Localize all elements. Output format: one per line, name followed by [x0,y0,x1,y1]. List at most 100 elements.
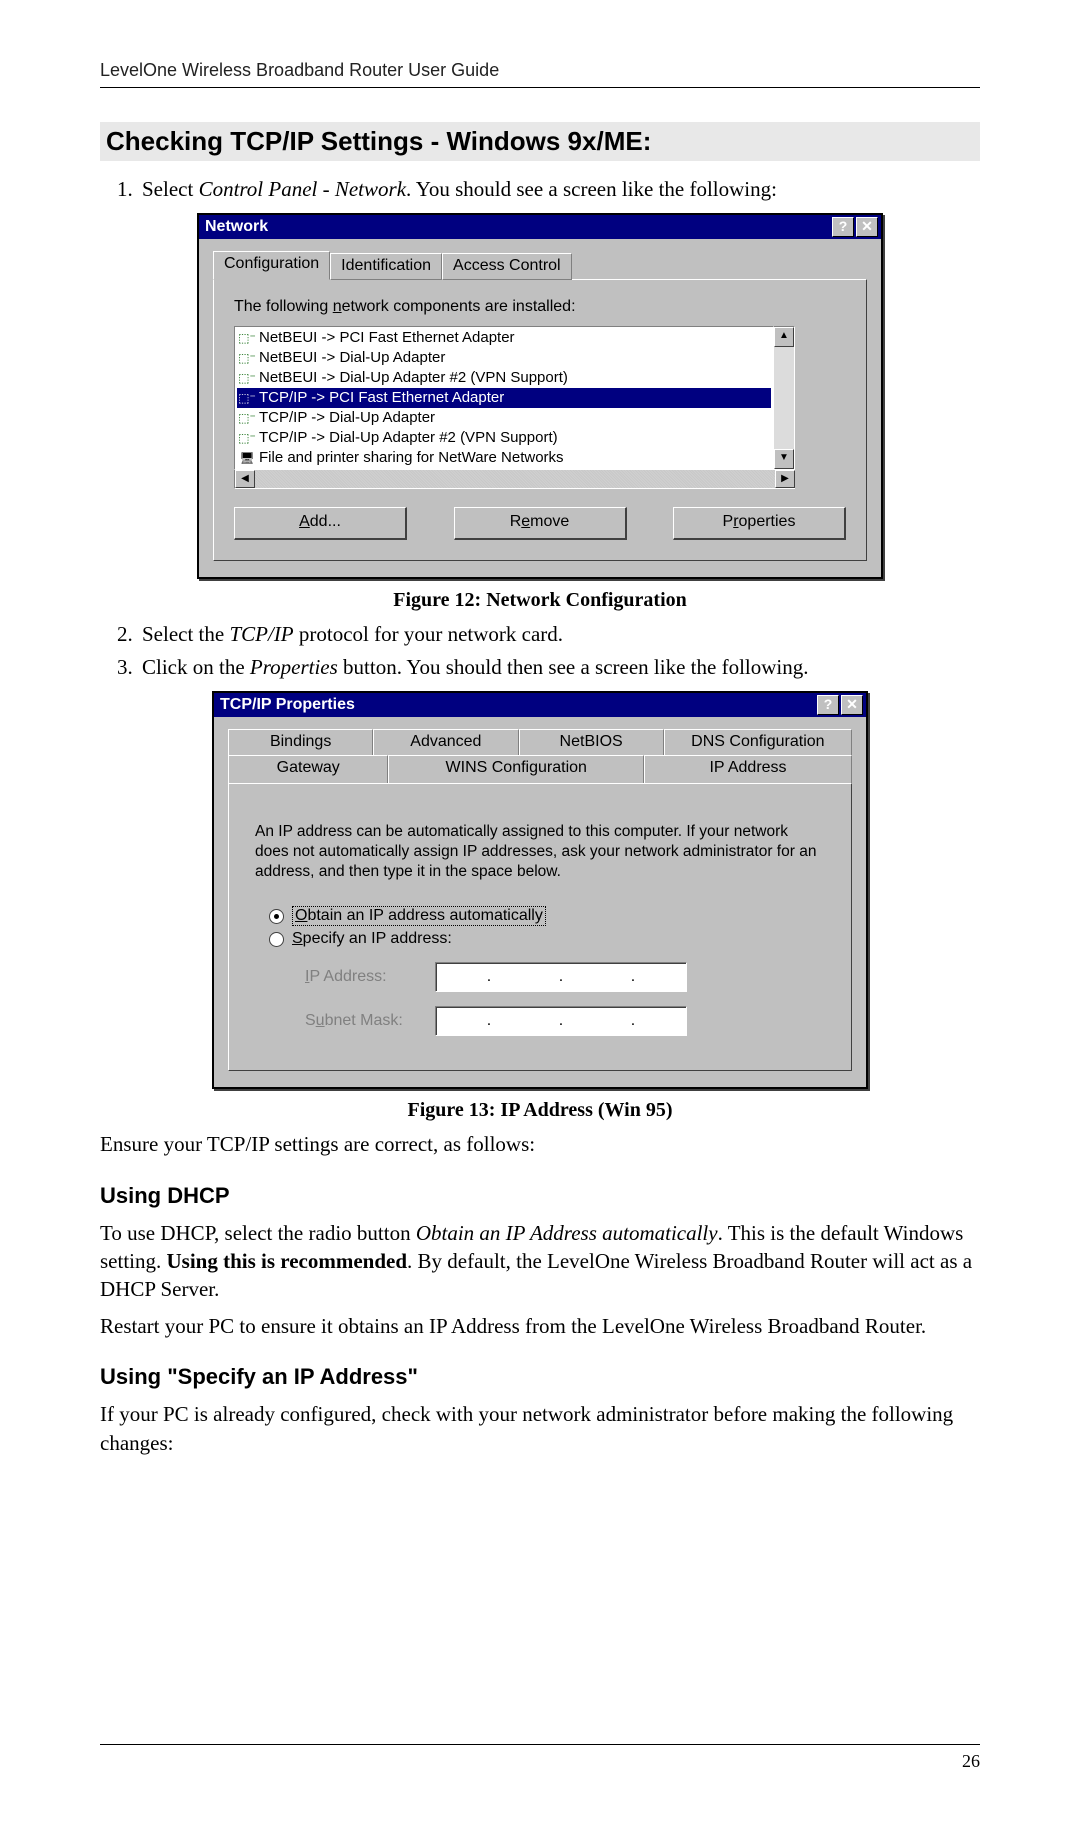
tcpip-tabs-row-1: Bindings Advanced NetBIOS DNS Configurat… [228,729,852,755]
remove-accel: e [521,513,530,530]
radio2-accel: S [292,930,303,947]
close-icon[interactable]: ✕ [856,217,878,237]
ip-address-row: IP Address: ... [305,962,831,992]
tab-access-control[interactable]: Access Control [442,253,572,280]
ensure-text: Ensure your TCP/IP settings are correct,… [100,1130,980,1158]
list-item-label: TCP/IP -> Dial-Up Adapter [259,408,435,428]
specify-paragraph-1: If your PC is already configured, check … [100,1400,980,1457]
remove-button[interactable]: Remove [454,507,627,540]
properties-button[interactable]: Properties [673,507,846,540]
components-label-under: n [333,298,342,315]
radio-specify[interactable]: Specify an IP address: [269,930,831,948]
step-3-prefix: Click on the [142,655,250,679]
radio1-accel: O [295,907,307,924]
sm-label-rest: bnet Mask: [325,1012,403,1029]
dhcp-paragraph-1: To use DHCP, select the radio button Obt… [100,1219,980,1304]
dhcp-p1-bold: Using this is recommended [167,1249,408,1273]
network-tabs: Configuration Identification Access Cont… [213,251,867,280]
tab-dns-configuration[interactable]: DNS Configuration [664,729,852,755]
list-item[interactable]: ⬚⁻ NetBEUI -> Dial-Up Adapter [237,348,771,368]
scroll-left-icon[interactable]: ◀ [235,470,255,488]
components-label-prefix: The following [234,298,333,315]
subnet-mask-row: Subnet Mask: ... [305,1006,831,1036]
tcpip-tabs-row-2: Gateway WINS Configuration IP Address [228,755,852,783]
list-item[interactable]: ⬚⁻ NetBEUI -> Dial-Up Adapter #2 (VPN Sup… [237,368,771,388]
components-listbox[interactable]: ⬚⁻ NetBEUI -> PCI Fast Ethernet Adapter ⬚… [234,326,774,470]
protocol-icon: ⬚⁻ [239,411,255,425]
page-footer: 26 [100,1744,980,1772]
scroll-track[interactable] [255,470,775,488]
dhcp-paragraph-2: Restart your PC to ensure it obtains an … [100,1312,980,1340]
radio-obtain-auto[interactable]: Obtain an IP address automatically [269,906,831,926]
scroll-up-icon[interactable]: ▲ [774,327,794,347]
properties-label-rest: operties [739,513,796,530]
horizontal-scrollbar[interactable]: ◀ ▶ [234,470,795,489]
dhcp-p1-italic: Obtain an IP Address automatically [416,1221,718,1245]
step-2-suffix: protocol for your network card. [294,622,563,646]
tab-advanced[interactable]: Advanced [373,729,518,755]
ip-address-input[interactable]: ... [435,962,687,992]
network-dialog: Network ? ✕ Configuration Identification… [197,213,883,579]
step-2-prefix: Select the [142,622,229,646]
protocol-icon: ⬚⁻ [239,351,255,365]
share-icon: 🖥 [239,451,255,465]
protocol-icon: ⬚⁻ [239,391,255,405]
step-1: Select Control Panel - Network. You shou… [138,175,980,203]
tab-wins-configuration[interactable]: WINS Configuration [388,755,644,783]
list-item-label: File and printer sharing for NetWare Net… [259,448,564,468]
page-number: 26 [962,1751,980,1771]
tcpip-titlebar: TCP/IP Properties ? ✕ [214,693,866,717]
configuration-panel: The following network components are ins… [213,279,867,561]
help-icon[interactable]: ? [832,217,854,237]
sm-label-accel: u [316,1012,325,1029]
ip-address-label: IP Address: [305,968,415,986]
step-1-prefix: Select [142,177,199,201]
step-1-italic: Control Panel - Network [199,177,406,201]
add-label-rest: dd... [310,513,341,530]
tab-bindings[interactable]: Bindings [228,729,373,755]
tab-identification[interactable]: Identification [330,253,442,280]
add-accel: A [299,513,310,530]
sm-label-prefix: S [305,1012,316,1029]
list-item[interactable]: ⬚⁻ TCP/IP -> Dial-Up Adapter [237,408,771,428]
tab-netbios[interactable]: NetBIOS [519,729,664,755]
components-label-suffix: etwork components are installed: [342,298,576,315]
tab-configuration[interactable]: Configuration [213,251,330,280]
protocol-icon: ⬚⁻ [239,331,255,345]
step-2: Select the TCP/IP protocol for your netw… [138,620,980,648]
tab-ip-address[interactable]: IP Address [644,755,852,783]
list-item-label: TCP/IP -> Dial-Up Adapter #2 (VPN Suppor… [259,428,558,448]
close-icon[interactable]: ✕ [841,695,863,715]
list-item-label: TCP/IP -> PCI Fast Ethernet Adapter [259,388,504,408]
figure-12-caption: Figure 12: Network Configuration [100,589,980,612]
dhcp-p1-a: To use DHCP, select the radio button [100,1221,416,1245]
vertical-scrollbar[interactable]: ▲ ▼ [774,326,795,470]
radio-obtain-label: Obtain an IP address automatically [292,906,546,926]
page-header: LevelOne Wireless Broadband Router User … [100,60,980,88]
list-item-label: NetBEUI -> PCI Fast Ethernet Adapter [259,328,515,348]
help-icon[interactable]: ? [817,695,839,715]
radio-specify-label: Specify an IP address: [292,930,452,948]
list-item[interactable]: 🖥 File and printer sharing for NetWare Ne… [237,448,771,468]
step-1-suffix: . You should see a screen like the follo… [406,177,777,201]
figure-13-caption: Figure 13: IP Address (Win 95) [100,1099,980,1122]
network-titlebar: Network ? ✕ [199,215,881,239]
protocol-icon: ⬚⁻ [239,371,255,385]
list-item[interactable]: ⬚⁻TCP/IP -> Dial-Up Adapter #2 (VPN Supp… [237,428,771,448]
scroll-right-icon[interactable]: ▶ [775,470,795,488]
subnet-mask-input[interactable]: ... [435,1006,687,1036]
tab-gateway[interactable]: Gateway [228,755,388,783]
add-button[interactable]: Add... [234,507,407,540]
remove-label-prefix: R [510,513,522,530]
radio-unselected-icon [269,932,284,947]
main-heading: Checking TCP/IP Settings - Windows 9x/ME… [100,122,980,161]
radio1-label-rest: btain an IP address automatically [307,907,542,924]
list-item-selected[interactable]: ⬚⁻ TCP/IP -> PCI Fast Ethernet Adapter [237,388,771,408]
network-title-text: Network [205,218,268,236]
list-item-label: NetBEUI -> Dial-Up Adapter #2 (VPN Suppo… [259,368,568,388]
step-2-italic: TCP/IP [229,622,293,646]
list-item[interactable]: ⬚⁻ NetBEUI -> PCI Fast Ethernet Adapter [237,328,771,348]
scroll-down-icon[interactable]: ▼ [774,449,794,469]
properties-label-prefix: P [723,513,734,530]
list-item-label: NetBEUI -> Dial-Up Adapter [259,348,445,368]
